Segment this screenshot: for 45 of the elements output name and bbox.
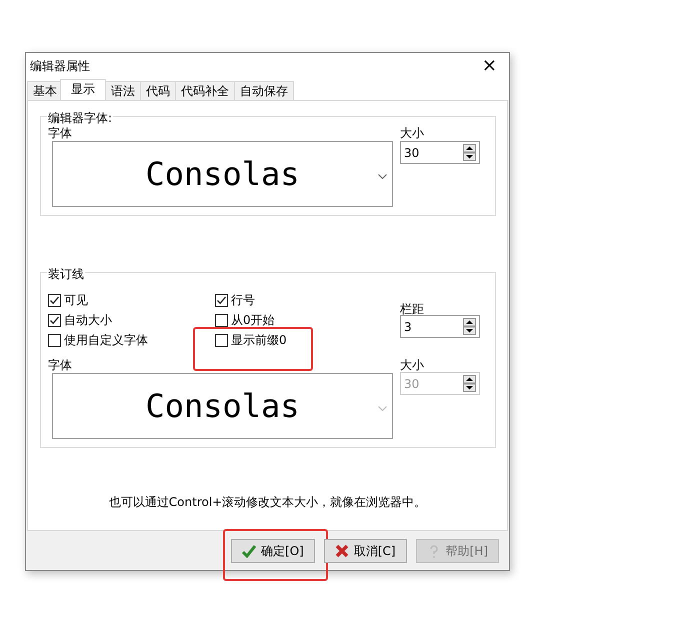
window-title: 编辑器属性 <box>30 58 90 75</box>
tab[interactable]: 代码 <box>140 81 176 100</box>
field-label: 大小 <box>400 125 424 142</box>
font-dropdown[interactable]: Consolas <box>52 141 393 207</box>
font-name: Consolas <box>145 386 300 427</box>
tab[interactable]: 基本 <box>27 81 63 100</box>
close-button[interactable]: × <box>478 57 501 75</box>
checkbox-label: 从0开始 <box>231 312 275 329</box>
checkbox-label: 自动大小 <box>64 312 112 329</box>
checkbox[interactable] <box>48 294 61 306</box>
check-icon <box>242 544 256 558</box>
checkbox[interactable] <box>215 314 228 326</box>
group-title: 装订线 <box>47 265 85 283</box>
checkbox-label: 使用自定义字体 <box>64 332 148 349</box>
spinner-value: 30 <box>404 144 420 162</box>
tab[interactable]: 自动保存 <box>234 81 294 100</box>
field-label: 字体 <box>48 125 72 142</box>
dialog-button[interactable]: 确定[O] <box>231 538 315 562</box>
size-spinner[interactable]: 30 <box>400 141 480 164</box>
tab[interactable]: 语法 <box>105 81 141 100</box>
checkbox[interactable] <box>215 334 228 346</box>
font-name: Consolas <box>145 154 300 195</box>
field-label: 栏距 <box>400 301 424 318</box>
hint-text: 也可以通过Control+滚动修改文本大小，就像在浏览器中。 <box>108 494 428 511</box>
checkbox-label: 可见 <box>64 292 88 309</box>
spinner-value: 30 <box>404 376 420 392</box>
checkbox[interactable] <box>215 294 228 306</box>
dialog-button[interactable]: 取消[C] <box>324 538 407 562</box>
checkbox-label: 显示前缀0 <box>231 332 287 349</box>
spinner-value: 3 <box>404 318 412 336</box>
chevron-down-icon <box>378 406 387 411</box>
checkbox[interactable] <box>48 334 61 346</box>
field-label: 字体 <box>48 357 72 374</box>
font-dropdown[interactable]: Consolas <box>52 373 393 439</box>
checkbox[interactable] <box>48 314 61 326</box>
spin-arrows-icon[interactable] <box>463 318 476 335</box>
tab[interactable]: 代码补全 <box>175 81 235 100</box>
chevron-down-icon <box>378 174 387 179</box>
field-label: 大小 <box>400 357 424 374</box>
tab[interactable]: 显示 <box>60 79 106 100</box>
cross-icon <box>334 544 349 558</box>
group-title: 编辑器字体: <box>47 109 114 127</box>
spin-arrows-icon[interactable] <box>463 144 476 161</box>
checkbox-label: 行号 <box>231 292 255 309</box>
margin-spinner[interactable]: 3 <box>400 315 480 338</box>
